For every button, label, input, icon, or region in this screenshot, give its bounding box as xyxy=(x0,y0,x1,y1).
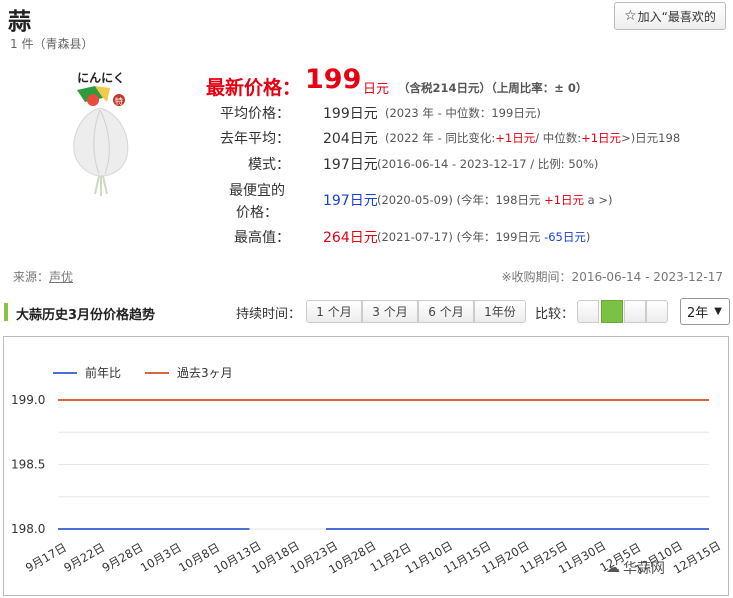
compare-option-3[interactable] xyxy=(624,300,646,323)
legend-label-0: 前年比 xyxy=(85,365,121,380)
cheapest-price-value: 197日元 xyxy=(323,193,378,209)
watermark: ☁ 华蒜网 xyxy=(606,558,665,578)
x-tick-label: 9月28日 xyxy=(100,540,146,575)
product-image-label: にんにく xyxy=(77,71,125,85)
highest-price-label: 最高值： xyxy=(234,230,290,246)
source-label: 来源： xyxy=(13,270,50,284)
legend-label-1: 過去3ヶ月 xyxy=(177,366,233,380)
duration-1-month-button[interactable]: 1 个月 xyxy=(306,300,362,323)
product-title: 蒜 xyxy=(8,9,31,35)
source-link[interactable]: 声优 xyxy=(49,268,73,285)
duration-3-month-button[interactable]: 3 个月 xyxy=(362,300,418,323)
last-year-average-value: 204日元 xyxy=(323,131,378,147)
cheapest-price-detail: (2020-05-09) (今年：198日元 +1日元 a >) xyxy=(377,193,613,207)
price-trend-chart: 199.0198.5198.09月17日9月22日9月28日10月3日10月8日… xyxy=(11,365,723,577)
average-price-value: 199日元 xyxy=(323,106,378,122)
y-tick-label: 198.0 xyxy=(11,522,45,536)
duration-label: 持续时间： xyxy=(236,307,302,322)
x-tick-label: 9月17日 xyxy=(23,540,69,575)
x-tick-label: 9月22日 xyxy=(61,540,107,575)
garlic-product-image: にんにく 特 xyxy=(73,70,129,196)
latest-price-label: 最新价格： xyxy=(206,77,302,99)
duration-6-month-button[interactable]: 6 个月 xyxy=(418,300,474,323)
average-price-label: 平均价格： xyxy=(220,106,290,122)
y-tick-label: 198.5 xyxy=(11,458,45,472)
duration-1-year-button[interactable]: 1年份 xyxy=(474,300,526,323)
chevron-down-icon: ▼ xyxy=(714,306,722,317)
highest-price-value: 264日元 xyxy=(323,230,378,246)
add-favorite-button[interactable]: ☆ 加入“最喜欢的 xyxy=(614,2,726,30)
compare-option-2-selected[interactable] xyxy=(601,300,623,323)
x-tick-label: 10月3日 xyxy=(138,540,184,575)
mode-price-value: 197日元 xyxy=(323,157,378,173)
last-year-average-detail: (2022 年 - 同比变化:+1日元/ 中位数:+1日元>)日元198 xyxy=(385,131,681,145)
compare-option-1[interactable] xyxy=(577,300,599,323)
latest-price-value: 199 xyxy=(305,64,362,95)
watermark-text: 华蒜网 xyxy=(623,561,665,577)
range-select[interactable]: 2年 ▼ xyxy=(680,298,730,325)
compare-label: 比较： xyxy=(535,307,575,322)
latest-price-extra: （含税214日元）（上周比率：± 0） xyxy=(398,81,588,95)
chart-title: 大蒜历史3月份价格趋势 xyxy=(16,308,156,323)
add-favorite-label: 加入“最喜欢的 xyxy=(637,9,716,24)
range-select-value: 2年 xyxy=(687,306,709,321)
compare-option-4[interactable] xyxy=(646,300,668,323)
highest-price-detail: (2021-07-17) (今年：199日元 -65日元) xyxy=(377,230,591,244)
star-icon: ☆ xyxy=(624,8,637,24)
mode-price-detail: (2016-06-14 - 2023-12-17 / 比例: 50%) xyxy=(377,157,599,171)
cheapest-price-label: 最便宜的价格： xyxy=(229,183,285,221)
acquisition-period: ※收购期间：2016-06-14 - 2023-12-17 xyxy=(501,270,724,284)
mode-price-label: 模式： xyxy=(248,157,290,173)
chat-bubble-icon: ☁ xyxy=(606,560,620,576)
product-subtitle: 1 件（青森县） xyxy=(10,37,94,51)
latest-price-unit: 日元 xyxy=(363,82,390,97)
average-price-detail: (2023 年 - 中位数：199日元) xyxy=(385,106,541,120)
y-tick-label: 199.0 xyxy=(11,393,45,407)
chart-title-accent xyxy=(4,303,8,321)
last-year-average-label: 去年平均： xyxy=(220,131,290,147)
product-image-badge: 特 xyxy=(115,96,123,106)
